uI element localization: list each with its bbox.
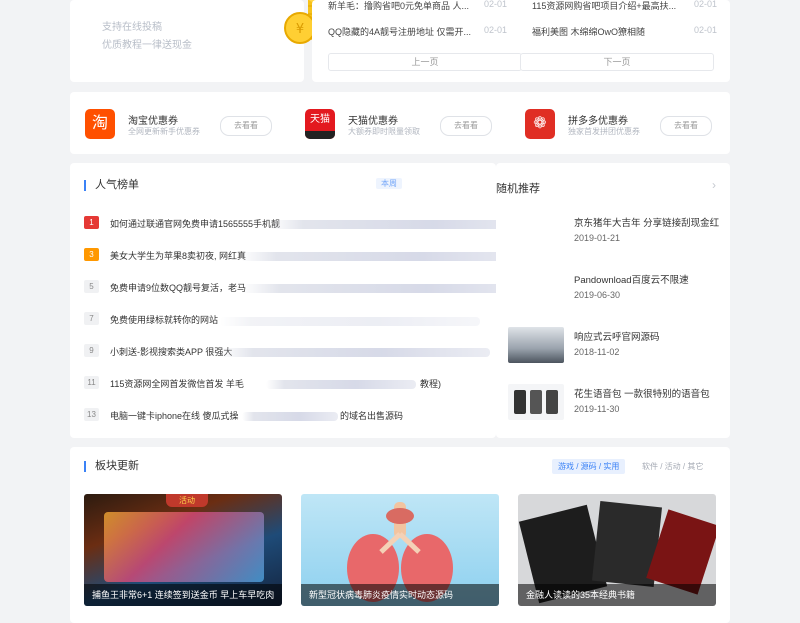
rank-number: 5 — [84, 280, 99, 293]
recommend-thumbnail — [508, 270, 564, 306]
svg-text:¥: ¥ — [296, 22, 304, 37]
taobao-logo-icon: 淘 — [85, 109, 115, 139]
tab-games-source-utility[interactable]: 游戏 / 源码 / 实用 — [552, 459, 626, 474]
rank-text: 免费申请9位数QQ靓号复活，老马 — [110, 283, 247, 293]
next-page-button[interactable]: 下一页 — [520, 53, 714, 71]
coupon-title: 淘宝优惠券 — [128, 116, 178, 127]
event-badge: 活动 — [166, 494, 208, 507]
coupon-subtitle: 独家首发拼团优惠券 — [568, 127, 640, 136]
tile-fishing-game[interactable]: 活动 捕鱼王非常6+1 连续签到送金币 早上车早吃肉 — [84, 494, 282, 606]
coupon-subtitle: 全网更新新手优惠券 — [128, 127, 200, 136]
blurred-area — [240, 252, 540, 261]
recommend-item-title: 响应式云呼官网源码 — [574, 332, 660, 343]
list-item[interactable]: QQ隐藏的4A靓号注册地址 仅需开... — [328, 25, 471, 38]
tab-week[interactable]: 本周 — [376, 178, 402, 189]
promo-card: 支持在线投稿 优质教程一律送现金 ¥ — [70, 0, 340, 82]
list-item[interactable]: 新羊毛：撸购省吧0元免单商品 人... — [328, 0, 469, 12]
tile-caption: 捕鱼王非常6+1 连续签到送金币 早上车早吃肉 — [84, 584, 282, 606]
tile-finance-books[interactable]: 金融人读读的35本经典书籍 — [518, 494, 716, 606]
ranking-card: 人气榜单 本周 1 如何通过联通官网免费申请1565555手机靓 3 美女大学生… — [70, 163, 550, 438]
rank-number: 11 — [84, 376, 99, 389]
prev-page-button[interactable]: 上一页 — [328, 53, 522, 71]
rank-text: 免费使用绿标就转你的网站 — [110, 315, 219, 325]
coupon-taobao[interactable]: 淘 淘宝优惠券 全网更新新手优惠券 去看看 — [70, 92, 290, 154]
blurred-area — [242, 412, 338, 421]
tab-software-activity-other[interactable]: 软件 / 活动 / 其它 — [642, 461, 703, 472]
recommend-title: 随机推荐 — [496, 183, 540, 195]
tile-caption: 新型冠状病毒肺炎疫情实时动态源码 — [301, 584, 499, 606]
recommend-item-date: 2019-01-21 — [574, 233, 621, 243]
coupon-pinduoduo[interactable]: ❁ 拼多多优惠券 独家首发拼团优惠券 去看看 — [510, 92, 730, 154]
random-recommend-card: 随机推荐 › 京东猪年大吉年 分享链接刮现金红 2019-01-21 Pando… — [496, 163, 730, 438]
blurred-area — [220, 348, 490, 357]
recommend-item[interactable]: 响应式云呼官网源码 2018-11-02 — [508, 327, 718, 367]
ranking-title: 人气榜单 — [84, 180, 139, 191]
coupon-title: 天猫优惠券 — [348, 116, 398, 127]
recommend-thumbnail — [508, 327, 564, 363]
coupon-title: 拼多多优惠券 — [568, 116, 628, 127]
tile-virus-tracker[interactable]: 新型冠状病毒肺炎疫情实时动态源码 — [301, 494, 499, 606]
rank-text: 电脑一键卡iphone在线 傻瓜式操 — [110, 411, 239, 421]
blurred-area — [266, 380, 416, 389]
recommend-item-date: 2018-11-02 — [574, 347, 620, 357]
tile-caption: 金融人读读的35本经典书籍 — [518, 584, 716, 606]
rank-text-tail: 的域名出售源码 — [340, 411, 404, 421]
block-updates-title: 板块更新 — [84, 461, 139, 472]
coupons-card: 淘 淘宝优惠券 全网更新新手优惠券 去看看 天猫 天猫优惠券 大额券即时限量领取… — [70, 92, 730, 154]
latest-list-card: 新羊毛：撸购省吧0元免单商品 人... 02-01 115资源网购省吧项目介绍+… — [312, 0, 730, 82]
recommend-item-title: 花生语音包 一款很特别的语音包 — [574, 389, 710, 400]
rank-number: 9 — [84, 344, 99, 357]
rank-number: 7 — [84, 312, 99, 325]
list-item[interactable]: 115资源网购省吧项目介绍+最高扶... — [532, 0, 676, 12]
coupon-go-button[interactable]: 去看看 — [440, 116, 492, 136]
promo-line-2: 优质教程一律送现金 — [102, 40, 192, 51]
rank-text: 美女大学生为苹果8卖初夜, 网红真 — [110, 251, 247, 261]
coupon-go-button[interactable]: 去看看 — [660, 116, 712, 136]
coupon-subtitle: 大额券即时限量领取 — [348, 127, 420, 136]
recommend-item[interactable]: Pandownload百度云不限速 2019-06-30 — [508, 270, 718, 310]
promo-line-1: 支持在线投稿 — [102, 22, 162, 33]
rank-text: 如何通过联通官网免费申请1565555手机靓 — [110, 219, 281, 229]
chevron-right-icon[interactable]: › — [712, 178, 716, 192]
block-updates-card: 板块更新 游戏 / 源码 / 实用 软件 / 活动 / 其它 活动 捕鱼王非常6… — [70, 447, 730, 623]
list-date: 02-01 — [694, 25, 718, 35]
recommend-item[interactable]: 京东猪年大吉年 分享链接刮现金红 2019-01-21 — [508, 213, 720, 253]
recommend-item-date: 2019-11-30 — [574, 404, 620, 414]
list-item[interactable]: 福利美图 木绵绵OwO獠相随 — [532, 25, 645, 38]
list-date: 02-01 — [484, 0, 508, 9]
recommend-thumbnail — [508, 213, 564, 249]
rank-number: 1 — [84, 216, 99, 229]
recommend-item-title: 京东猪年大吉年 分享链接刮现金红 — [574, 218, 720, 229]
recommend-item-title: Pandownload百度云不限速 — [574, 275, 689, 286]
tmall-logo-icon: 天猫 — [305, 109, 335, 139]
blurred-area — [220, 317, 480, 326]
list-date: 02-01 — [694, 0, 718, 9]
rank-number: 13 — [84, 408, 99, 421]
recommend-thumbnail — [508, 384, 564, 420]
list-date: 02-01 — [484, 25, 508, 35]
coupon-tmall[interactable]: 天猫 天猫优惠券 大额券即时限量领取 去看看 — [290, 92, 510, 154]
rank-text-tail: 教程) — [420, 379, 441, 389]
recommend-item-date: 2019-06-30 — [574, 290, 621, 300]
rank-text: 小刺送-影视搜索类APP 很强大 — [110, 347, 233, 357]
rank-number: 3 — [84, 248, 99, 261]
pinduoduo-logo-icon: ❁ — [525, 109, 555, 139]
coupon-go-button[interactable]: 去看看 — [220, 116, 272, 136]
rank-text: 115资源网全网首发微信首发 羊毛 — [110, 379, 244, 389]
recommend-item[interactable]: 花生语音包 一款很特别的语音包 2019-11-30 — [508, 384, 718, 424]
